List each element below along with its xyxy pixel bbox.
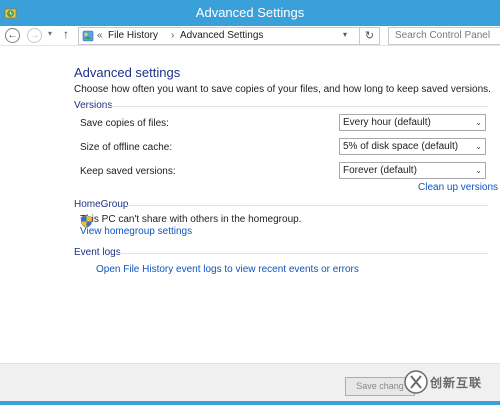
breadcrumb-overflow[interactable]: « <box>97 30 103 42</box>
window-bottom-edge <box>0 401 500 405</box>
event-logs-divider <box>118 253 488 254</box>
title-bar: Advanced Settings <box>0 0 500 26</box>
offline-cache-select[interactable]: 5% of disk space (default) ⌄ <box>339 138 486 155</box>
breadcrumb-dropdown-icon[interactable]: ▾ <box>343 30 347 39</box>
keep-versions-select[interactable]: Forever (default) ⌄ <box>339 162 486 179</box>
logo-icon <box>404 370 428 394</box>
versions-divider <box>110 106 488 107</box>
refresh-button[interactable]: ↻ <box>360 27 380 45</box>
save-copies-label: Save copies of files: <box>80 118 169 129</box>
versions-group-title: Versions <box>74 100 113 111</box>
homegroup-status: This PC can't share with others in the h… <box>80 214 302 225</box>
homegroup-group-title: HomeGroup <box>74 199 129 210</box>
offline-cache-value: 5% of disk space (default) <box>343 141 459 152</box>
keep-versions-value: Forever (default) <box>343 165 417 176</box>
watermark-text: 创新互联 <box>430 376 483 390</box>
breadcrumb[interactable]: « File History › Advanced Settings ▾ <box>78 27 360 45</box>
intro-text: Choose how often you want to save copies… <box>74 84 491 95</box>
recent-locations-dropdown[interactable]: ▾ <box>48 29 52 38</box>
breadcrumb-item-file-history[interactable]: File History <box>108 30 158 42</box>
forward-button[interactable]: → <box>27 28 42 43</box>
up-button[interactable]: ↑ <box>63 27 69 41</box>
breadcrumb-item-advanced-settings[interactable]: Advanced Settings <box>180 30 263 42</box>
watermark: 创新互联 <box>400 368 500 398</box>
homegroup-divider <box>126 205 488 206</box>
clean-up-versions-link[interactable]: Clean up versions <box>418 182 498 193</box>
window-title: Advanced Settings <box>195 5 305 20</box>
page-title: Advanced settings <box>74 65 181 80</box>
save-copies-select[interactable]: Every hour (default) ⌄ <box>339 114 486 131</box>
view-homegroup-settings-link[interactable]: View homegroup settings <box>80 226 192 237</box>
back-button[interactable]: ← <box>5 28 20 43</box>
main-content: Advanced settings Choose how often you w… <box>0 47 500 363</box>
search-input[interactable]: Search Control Panel <box>388 27 500 45</box>
open-event-logs-link[interactable]: Open File History event logs to view rec… <box>96 264 359 275</box>
save-copies-value: Every hour (default) <box>343 117 431 128</box>
keep-versions-label: Keep saved versions: <box>80 166 176 177</box>
chevron-down-icon: ⌄ <box>475 166 482 175</box>
chevron-down-icon: ⌄ <box>475 142 482 151</box>
chevron-down-icon: ⌄ <box>475 118 482 127</box>
offline-cache-label: Size of offline cache: <box>80 142 173 153</box>
event-logs-group-title: Event logs <box>74 247 121 258</box>
control-panel-icon <box>82 30 94 42</box>
breadcrumb-separator[interactable]: › <box>171 30 174 42</box>
shield-icon <box>80 215 93 228</box>
address-bar: ← → ▾ ↑ « File History › Advanced Settin… <box>0 26 500 46</box>
